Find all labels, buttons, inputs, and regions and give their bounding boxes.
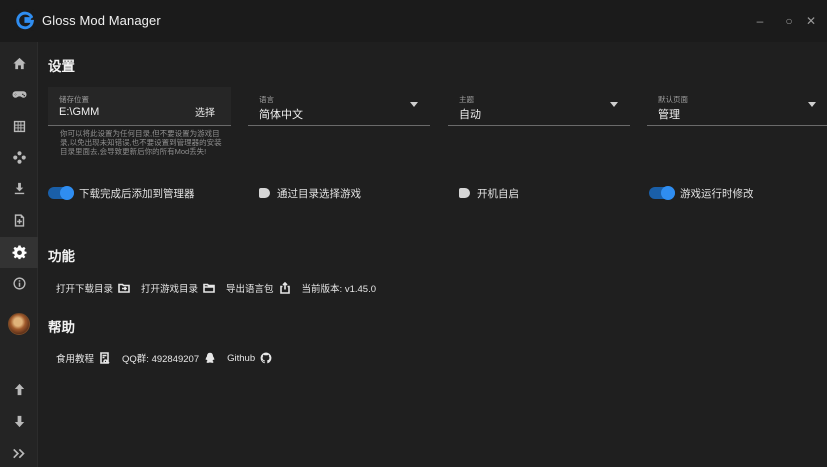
export-language-label: 导出语言包 (226, 284, 274, 295)
theme-label: 主题 (459, 95, 474, 104)
toggle-switch[interactable] (458, 187, 472, 199)
arrow-down-icon (14, 415, 24, 428)
maximize-button[interactable]: ○ (778, 10, 800, 32)
minimize-button[interactable]: – (749, 10, 771, 32)
sidebar-item-home[interactable] (0, 48, 38, 79)
github-label: Github (227, 352, 256, 364)
toggle-autostart[interactable]: 开机自启 (458, 186, 519, 200)
chevron-down-icon (808, 102, 816, 107)
sidebar (0, 42, 38, 467)
open-game-dir-button[interactable]: 打开游戏目录 (141, 281, 215, 295)
toggle-select-game-by-dir[interactable]: 通过目录选择游戏 (258, 186, 361, 200)
chevron-down-icon (410, 102, 418, 107)
sidebar-item-mods[interactable] (0, 142, 38, 173)
sidebar-item-file[interactable] (0, 205, 38, 236)
qq-group-label: QQ群: 492849207 (122, 354, 200, 365)
gamepad-icon (11, 91, 27, 98)
gear-icon (11, 245, 27, 260)
sidebar-item-settings[interactable] (0, 237, 38, 268)
main-content: 设置 储存位置 E:\GMM 选择 语言 简体中文 主题 自动 默认页面 管理 … (38, 42, 827, 467)
toggle-label: 下载完成后添加到管理器 (79, 187, 195, 200)
grid-icon (13, 120, 25, 133)
storage-location-label: 储存位置 (59, 95, 89, 104)
choose-folder-button[interactable]: 选择 (195, 104, 215, 119)
storage-location-value: E:\GMM (59, 106, 100, 118)
sidebar-item-games[interactable] (0, 79, 38, 110)
storage-hint: 你可以将此设置为任何目录,但不要设置为游戏目录,以免出现未知错误,也不要设置到管… (60, 129, 222, 156)
file-icon (14, 214, 24, 227)
open-game-dir-label: 打开游戏目录 (141, 284, 199, 295)
tutorial-label: 食用教程 (56, 354, 95, 365)
default-page-label: 默认页面 (658, 95, 688, 104)
github-link[interactable]: Github (227, 352, 272, 364)
expand-icon (12, 448, 25, 459)
open-download-dir-button[interactable]: 打开下载目录 (56, 281, 130, 295)
qq-group-link[interactable]: QQ群: 492849207 (122, 351, 216, 365)
open-download-dir-label: 打开下载目录 (56, 284, 114, 295)
features-title: 功能 (48, 249, 75, 264)
theme-value: 自动 (459, 109, 481, 121)
document-search-icon (100, 352, 110, 364)
toggle-label: 通过目录选择游戏 (277, 187, 361, 200)
sidebar-item-about[interactable] (0, 268, 38, 299)
home-icon (12, 57, 26, 70)
folder-open-icon (118, 283, 130, 293)
storage-location-field[interactable]: 储存位置 E:\GMM 选择 (48, 87, 231, 126)
arrow-up-icon (14, 383, 24, 396)
title-bar: Gloss Mod Manager – ○ ✕ (0, 0, 827, 42)
toggle-label: 游戏运行时修改 (680, 187, 754, 200)
qq-icon (205, 352, 215, 363)
folder-icon (203, 283, 215, 293)
toggle-modify-while-running[interactable]: 游戏运行时修改 (649, 186, 754, 200)
export-icon (279, 282, 290, 294)
toggle-switch[interactable] (649, 186, 675, 200)
toggle-label: 开机自启 (477, 187, 519, 200)
toggle-switch[interactable] (48, 186, 74, 200)
app-logo-icon (14, 9, 36, 31)
close-button[interactable]: ✕ (800, 10, 822, 32)
tutorial-link[interactable]: 食用教程 (56, 351, 111, 365)
toggle-add-after-download[interactable]: 下载完成后添加到管理器 (48, 186, 195, 200)
sidebar-scroll-down[interactable] (0, 406, 38, 437)
mods-icon (12, 151, 26, 164)
version-text: 当前版本: v1.45.0 (301, 284, 376, 295)
language-value: 简体中文 (259, 109, 303, 121)
chevron-down-icon (610, 102, 618, 107)
help-row: 食用教程 QQ群: 492849207 Github (56, 350, 283, 366)
info-icon (12, 277, 26, 290)
help-title: 帮助 (48, 320, 75, 335)
settings-title: 设置 (48, 59, 75, 74)
theme-select[interactable]: 主题 自动 (448, 87, 630, 126)
language-select[interactable]: 语言 简体中文 (248, 87, 430, 126)
avatar[interactable] (8, 313, 30, 335)
sidebar-item-explore[interactable] (0, 111, 38, 142)
sidebar-expand[interactable] (0, 438, 38, 467)
sidebar-scroll-up[interactable] (0, 374, 38, 405)
github-icon (260, 352, 272, 364)
default-page-select[interactable]: 默认页面 管理 (647, 87, 827, 126)
download-icon (14, 182, 24, 195)
features-row: 打开下载目录 打开游戏目录 导出语言包 当前版本: v1.45.0 (56, 280, 387, 296)
default-page-value: 管理 (658, 109, 680, 121)
export-language-button[interactable]: 导出语言包 (226, 281, 291, 295)
app-title: Gloss Mod Manager (42, 13, 161, 28)
language-label: 语言 (259, 95, 274, 104)
toggle-switch[interactable] (258, 187, 272, 199)
sidebar-item-download[interactable] (0, 173, 38, 204)
